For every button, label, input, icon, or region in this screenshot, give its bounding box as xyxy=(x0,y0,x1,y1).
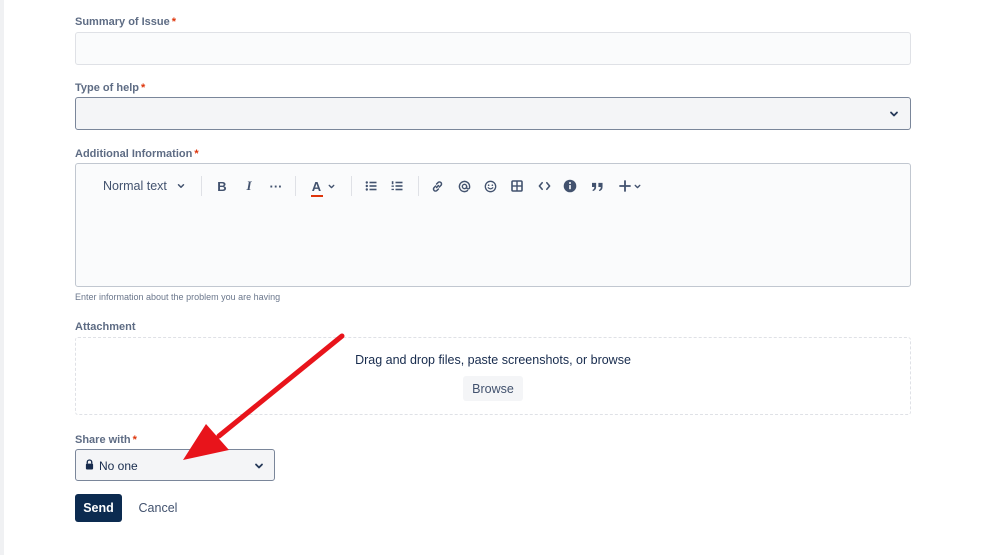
share-with-label: Share with * xyxy=(75,434,137,446)
required-marker: * xyxy=(140,82,146,94)
insert-plus-icon[interactable] xyxy=(617,177,643,195)
additional-info-label-text: Additional Information xyxy=(75,148,193,160)
numbered-list-icon[interactable] xyxy=(389,177,405,195)
chevron-down-icon xyxy=(328,184,334,188)
link-glyph xyxy=(432,180,442,192)
editor-toolbar: Normal text B I ··· A xyxy=(76,164,910,208)
type-of-help-label: Type of help * xyxy=(75,82,145,94)
link-icon[interactable] xyxy=(429,177,445,195)
lock-icon xyxy=(85,459,94,470)
bullet-list-icon[interactable] xyxy=(363,177,379,195)
text-color-swatch xyxy=(310,194,323,197)
mention-icon[interactable] xyxy=(456,177,472,195)
mention-glyph xyxy=(458,180,470,192)
page-left-border xyxy=(0,0,4,555)
numbered-list-glyph xyxy=(391,181,403,191)
additional-info-helper-text: Enter information about the problem you … xyxy=(75,292,281,302)
attachment-label: Attachment xyxy=(75,321,136,333)
cancel-button[interactable]: Cancel xyxy=(132,494,184,522)
bold-icon[interactable]: B xyxy=(214,177,230,195)
summary-label: Summary of Issue * xyxy=(75,16,176,28)
type-of-help-select[interactable] xyxy=(75,97,911,130)
text-color-letter: A xyxy=(311,178,322,194)
info-glyph xyxy=(563,179,577,193)
attachment-label-text: Attachment xyxy=(75,321,136,333)
share-with-select[interactable]: No one xyxy=(75,449,275,481)
table-glyph xyxy=(511,180,523,192)
code-glyph xyxy=(538,181,550,191)
required-marker: * xyxy=(194,148,199,160)
text-style-label: Normal text xyxy=(103,179,167,193)
toolbar-divider xyxy=(201,176,202,196)
editor-content[interactable] xyxy=(88,212,898,276)
text-color-icon[interactable]: A xyxy=(308,177,338,197)
share-with-value: No one xyxy=(99,459,138,473)
rich-text-editor[interactable]: Normal text B I ··· A xyxy=(75,163,911,287)
chevron-down-icon xyxy=(634,184,640,188)
quote-icon[interactable] xyxy=(589,177,605,195)
dropzone-text: Drag and drop files, paste screenshots, … xyxy=(355,353,631,367)
chevron-down-icon xyxy=(255,463,263,469)
toolbar-divider xyxy=(351,176,352,196)
type-of-help-label-text: Type of help xyxy=(75,82,139,94)
share-with-label-text: Share with xyxy=(75,434,131,446)
chevron-down-icon xyxy=(890,111,898,117)
required-marker: * xyxy=(171,16,177,28)
emoji-icon[interactable] xyxy=(482,177,498,195)
bullet-list-glyph xyxy=(365,181,377,191)
chevron-down-icon xyxy=(177,184,185,188)
required-marker: * xyxy=(132,434,137,446)
summary-input[interactable] xyxy=(75,32,911,65)
quote-glyph xyxy=(591,182,603,191)
emoji-glyph xyxy=(484,180,496,192)
italic-icon[interactable]: I xyxy=(241,177,257,195)
toolbar-divider xyxy=(418,176,419,196)
toolbar-divider xyxy=(295,176,296,196)
text-style-dropdown[interactable]: Normal text xyxy=(103,177,187,195)
additional-info-label: Additional Information * xyxy=(75,148,199,160)
summary-label-text: Summary of Issue xyxy=(75,16,170,28)
browse-button[interactable]: Browse xyxy=(463,376,523,401)
info-icon[interactable] xyxy=(562,177,578,195)
code-icon[interactable] xyxy=(536,177,552,195)
table-icon[interactable] xyxy=(509,177,525,195)
text-color-glyph: A xyxy=(310,178,323,197)
send-button[interactable]: Send xyxy=(75,494,122,522)
more-icon[interactable]: ··· xyxy=(267,177,285,195)
attachment-dropzone[interactable]: Drag and drop files, paste screenshots, … xyxy=(75,337,911,415)
plus-glyph xyxy=(618,180,631,192)
